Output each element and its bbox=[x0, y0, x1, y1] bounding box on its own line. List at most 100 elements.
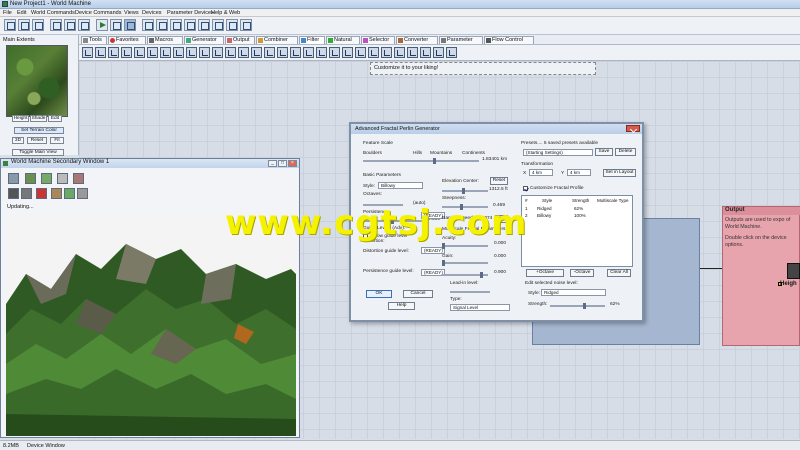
maximize-icon[interactable]: □ bbox=[278, 160, 287, 167]
set-terrain-color-button[interactable]: Set Terrain Color bbox=[14, 127, 64, 134]
tab-filter[interactable]: Filter bbox=[299, 36, 325, 44]
gain-knob[interactable] bbox=[442, 260, 445, 266]
help-icon[interactable] bbox=[240, 19, 252, 31]
stop-render-icon[interactable] bbox=[36, 188, 47, 199]
feature-scale-slider[interactable] bbox=[363, 158, 479, 164]
render-mode-icon[interactable] bbox=[8, 173, 19, 184]
filter-device-icon[interactable] bbox=[212, 47, 223, 58]
filter-device-icon[interactable] bbox=[303, 47, 314, 58]
filter-device-icon[interactable] bbox=[394, 47, 405, 58]
copy-icon[interactable] bbox=[64, 19, 76, 31]
camera-icon[interactable] bbox=[57, 173, 68, 184]
dialog-close-icon[interactable] bbox=[626, 125, 640, 132]
clear-all-button[interactable]: Clear All bbox=[607, 269, 631, 277]
tab-selector[interactable]: Selector bbox=[361, 36, 395, 44]
play-icon[interactable] bbox=[96, 19, 108, 31]
noise-style-select[interactable]: Ridged bbox=[541, 289, 606, 296]
strength-slider[interactable] bbox=[550, 303, 605, 309]
grid-icon[interactable] bbox=[21, 188, 32, 199]
filter-device-icon[interactable] bbox=[173, 47, 184, 58]
filter-device-icon[interactable] bbox=[108, 47, 119, 58]
filter-device-icon[interactable] bbox=[368, 47, 379, 58]
render-icon[interactable] bbox=[212, 19, 224, 31]
height-output-device[interactable] bbox=[787, 263, 800, 279]
reset-elevation-button[interactable]: Reset bbox=[490, 177, 508, 185]
table-row[interactable]: 1 Ridged 62% bbox=[522, 206, 632, 212]
settings-icon[interactable] bbox=[198, 19, 210, 31]
open-icon[interactable] bbox=[18, 19, 30, 31]
texture-view-icon[interactable] bbox=[41, 173, 52, 184]
tree-icon[interactable] bbox=[64, 188, 75, 199]
filter-device-icon[interactable] bbox=[355, 47, 366, 58]
build-icon[interactable] bbox=[124, 19, 136, 31]
menu-world-commands[interactable]: World Commands bbox=[31, 10, 75, 16]
layout-view-icon[interactable] bbox=[156, 19, 168, 31]
filter-device-icon[interactable] bbox=[134, 47, 145, 58]
menu-device-commands[interactable]: Device Commands bbox=[75, 10, 121, 16]
export-icon[interactable] bbox=[8, 188, 19, 199]
tab-converter[interactable]: Converter bbox=[396, 36, 438, 44]
acuity-knob[interactable] bbox=[442, 243, 445, 249]
elevation-slider[interactable] bbox=[442, 188, 488, 194]
filter-device-icon[interactable] bbox=[290, 47, 301, 58]
filter-device-icon[interactable] bbox=[420, 47, 431, 58]
tab-tools[interactable]: Tools bbox=[81, 36, 107, 44]
filter-device-icon[interactable] bbox=[342, 47, 353, 58]
new-icon[interactable] bbox=[4, 19, 16, 31]
octave-table[interactable]: # Style Strength Multiscale Type 1 Ridge… bbox=[521, 195, 633, 267]
tab-output[interactable]: Output bbox=[225, 36, 255, 44]
world-view-icon[interactable] bbox=[142, 19, 154, 31]
tab-combiner[interactable]: Combiner bbox=[256, 36, 298, 44]
filter-device-icon[interactable] bbox=[238, 47, 249, 58]
comment-note[interactable]: Customize it to your liking! bbox=[370, 62, 596, 75]
remove-octave-button[interactable]: -Octave bbox=[570, 269, 594, 277]
edit-button[interactable]: Edit bbox=[48, 115, 62, 122]
info-icon[interactable] bbox=[226, 19, 238, 31]
tab-parameter[interactable]: Parameter bbox=[439, 36, 483, 44]
settings-icon[interactable] bbox=[77, 188, 88, 199]
style-select[interactable]: Billowy bbox=[378, 182, 423, 189]
filter-device-icon[interactable] bbox=[407, 47, 418, 58]
cancel-button[interactable]: Cancel bbox=[403, 290, 433, 298]
save-icon[interactable] bbox=[32, 19, 44, 31]
gain2-knob[interactable] bbox=[480, 272, 483, 278]
lighting-icon[interactable] bbox=[73, 173, 84, 184]
filter-device-icon[interactable] bbox=[121, 47, 132, 58]
gain-slider[interactable] bbox=[442, 260, 488, 266]
terrain-3d-view[interactable] bbox=[6, 214, 296, 436]
tab-generator[interactable]: Generator bbox=[184, 36, 224, 44]
filter-device-icon[interactable] bbox=[381, 47, 392, 58]
filter-device-icon[interactable] bbox=[95, 47, 106, 58]
save-preset-button[interactable]: Save bbox=[595, 148, 613, 156]
menu-parameter-devices[interactable]: Parameter Devices bbox=[167, 10, 214, 16]
menu-views[interactable]: Views bbox=[124, 10, 139, 16]
type-select[interactable]: Signal Level bbox=[450, 304, 510, 311]
cut-icon[interactable] bbox=[50, 19, 62, 31]
3d-button[interactable]: 3D bbox=[12, 137, 24, 144]
device-view-icon[interactable] bbox=[170, 19, 182, 31]
explorer-icon[interactable] bbox=[184, 19, 196, 31]
gain2-slider[interactable] bbox=[442, 272, 488, 278]
strength-knob[interactable] bbox=[582, 303, 586, 309]
table-row[interactable]: 2 Billowy 100% bbox=[522, 213, 632, 219]
stop-icon[interactable] bbox=[110, 19, 122, 31]
tab-flow-control[interactable]: Flow Control bbox=[484, 36, 534, 44]
terrain-view-icon[interactable] bbox=[25, 173, 36, 184]
menu-edit[interactable]: Edit bbox=[17, 10, 26, 16]
shade-button[interactable]: Shade bbox=[30, 115, 47, 122]
set-in-layout-button[interactable]: Set in Layout bbox=[603, 169, 636, 177]
minimize-icon[interactable]: _ bbox=[268, 160, 277, 167]
fit-button[interactable]: Fit bbox=[50, 137, 64, 144]
filter-device-icon[interactable] bbox=[433, 47, 444, 58]
filter-device-icon[interactable] bbox=[251, 47, 262, 58]
menu-file[interactable]: File bbox=[3, 10, 12, 16]
filter-device-icon[interactable] bbox=[160, 47, 171, 58]
filter-device-icon[interactable] bbox=[329, 47, 340, 58]
help-button[interactable]: Help bbox=[388, 302, 415, 310]
add-octave-button[interactable]: +Octave bbox=[526, 269, 564, 277]
toggle-main-view-button[interactable]: Toggle Main View bbox=[12, 149, 64, 156]
reset-view-button[interactable]: Reset bbox=[27, 137, 47, 144]
paste-icon[interactable] bbox=[78, 19, 90, 31]
filter-device-icon[interactable] bbox=[316, 47, 327, 58]
acuity-slider[interactable] bbox=[442, 243, 488, 249]
